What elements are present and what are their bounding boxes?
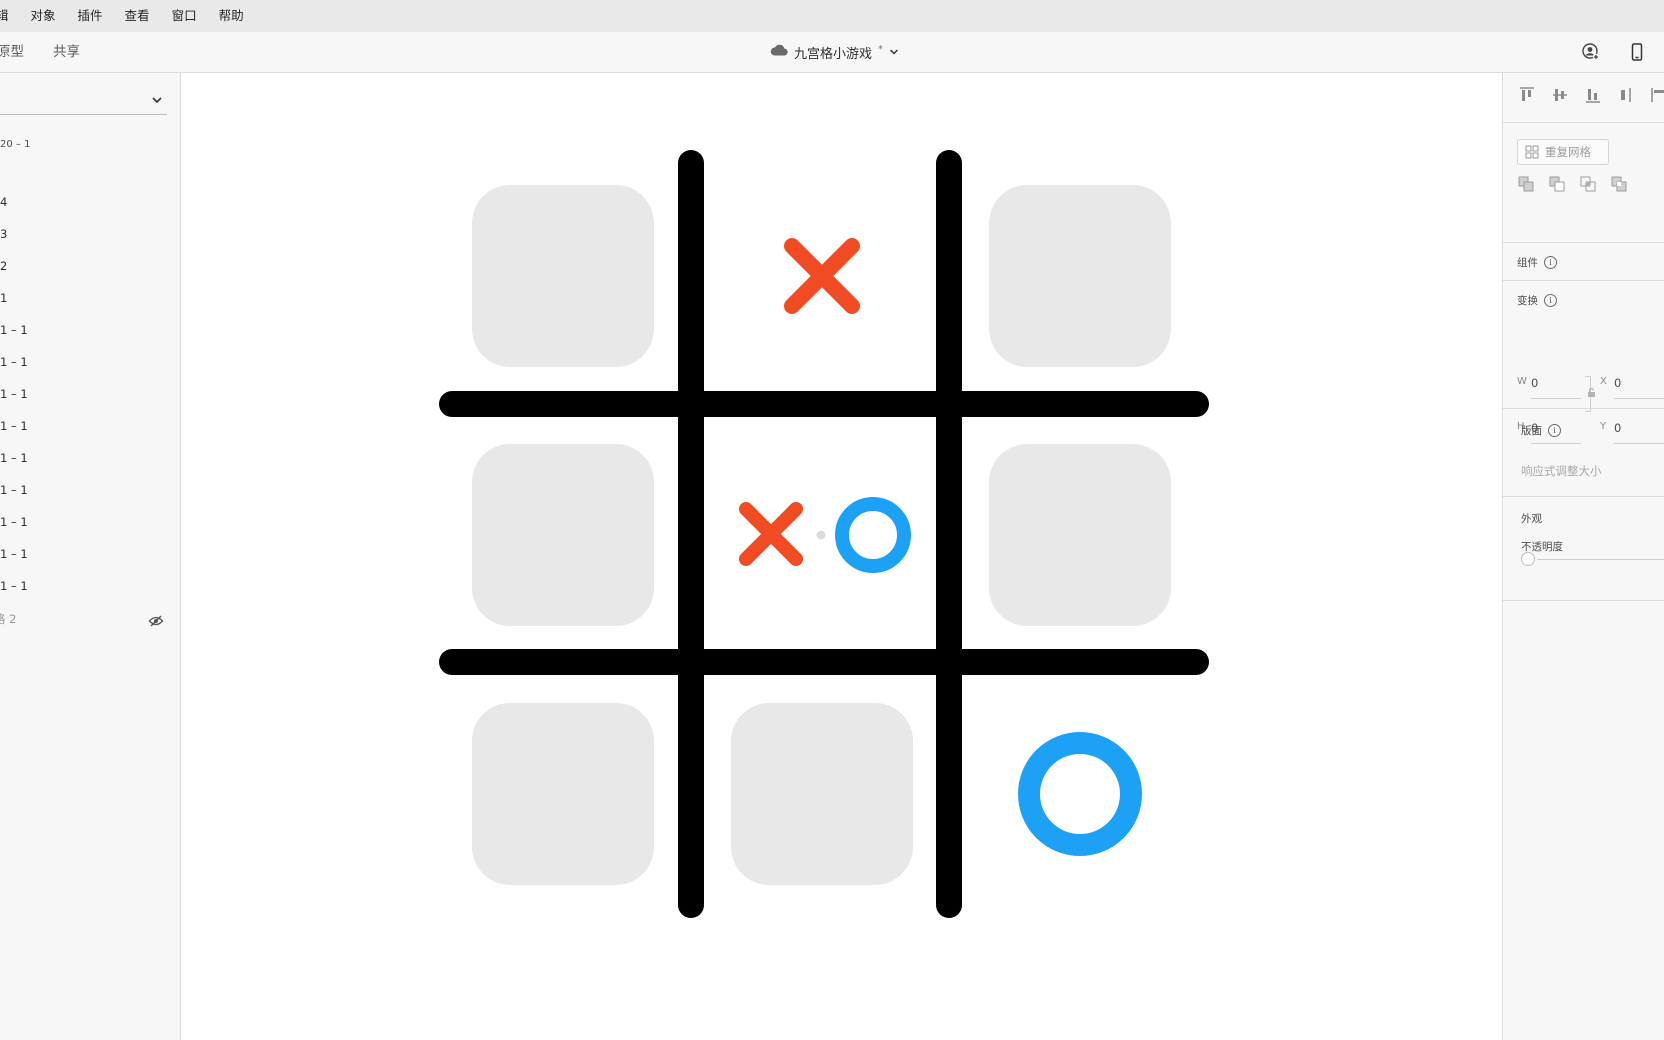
chevron-down-icon [150,92,164,111]
align-top-icon[interactable] [1517,85,1537,105]
boolean-intersect-icon[interactable] [1579,175,1597,193]
width-label: W [1517,376,1527,387]
layer-item[interactable]: 1 – 1 [0,579,28,593]
menu-view[interactable]: 查看 [114,0,161,32]
layout-label: 版面 [1521,425,1542,437]
layer-item[interactable]: 1 – 1 [0,451,28,465]
tile-7[interactable] [472,703,654,885]
align-section [1503,73,1664,123]
layer-item[interactable]: 1 – 1 [0,387,28,401]
layer-item-hidden[interactable]: 格 2 [0,611,16,627]
design-canvas[interactable] [182,73,1502,1040]
menu-window[interactable]: 窗口 [161,0,208,32]
document-title[interactable]: 九宫格小游戏 * [770,32,899,72]
tab-prototype[interactable]: 原型 [0,32,24,72]
artboard-layer[interactable]: 20 – 1 [0,139,30,150]
tab-share[interactable]: 共享 [53,32,80,72]
boolean-exclude-icon[interactable] [1610,175,1628,193]
tile-6[interactable] [989,444,1171,626]
distribute-icon[interactable] [1616,85,1636,105]
menu-plugins[interactable]: 插件 [67,0,114,32]
info-icon[interactable]: i [1548,424,1561,437]
o-mark-center[interactable] [835,497,911,573]
menu-bar: 辑 对象 插件 查看 窗口 帮助 [0,0,1664,32]
layers-panel: 20 – 1 4 3 2 1 1 – 1 1 – 1 1 – 1 1 – 1 1… [0,73,181,1040]
tile-8[interactable] [731,703,913,885]
component-section: 组件 i [1503,243,1664,281]
responsive-resize-toggle[interactable]: 响应式调整大小 [1521,463,1602,479]
opacity-slider-track[interactable] [1537,559,1664,560]
menu-edit[interactable]: 辑 [0,0,20,32]
info-icon[interactable]: i [1544,294,1557,307]
x-value[interactable]: 0 [1614,376,1621,390]
document-title-text: 九宫格小游戏 [794,46,873,62]
cloud-icon [770,44,788,60]
transform-label: 变换 [1517,295,1538,307]
boolean-add-icon[interactable] [1517,175,1535,193]
layer-item[interactable]: 4 [0,195,7,209]
align-bottom-icon[interactable] [1583,85,1603,105]
tile-3[interactable] [989,185,1171,367]
width-field[interactable]: W 0 [1517,376,1581,399]
boolean-subtract-icon[interactable] [1548,175,1566,193]
info-icon[interactable]: i [1544,256,1557,269]
layer-item[interactable]: 1 – 1 [0,355,28,369]
mobile-preview-icon[interactable] [1626,41,1648,63]
layer-item[interactable]: 1 – 1 [0,547,28,561]
tile-1[interactable] [472,185,654,367]
menu-object[interactable]: 对象 [20,0,67,32]
layer-item[interactable]: 2 [0,259,7,273]
lock-icon[interactable] [1587,388,1596,398]
appearance-section: 外观 不透明度 [1503,497,1664,601]
artboard-dropdown[interactable] [0,85,167,115]
center-dot [816,530,826,540]
menu-help[interactable]: 帮助 [208,0,255,32]
x-field[interactable]: X 0 [1600,376,1664,399]
property-inspector: 重复网格 组件 i 变换 i W 0 X 0 H 0 Y 0 版面 i 响应式调… [1502,73,1664,1040]
repeat-grid-icon [1525,145,1539,159]
layer-item[interactable]: 3 [0,227,7,241]
tile-4[interactable] [472,444,654,626]
title-bar: 原型 共享 九宫格小游戏 * [0,32,1664,73]
layer-item[interactable]: 1 – 1 [0,323,28,337]
layer-item[interactable]: 1 – 1 [0,483,28,497]
layout-section: 版面 i 响应式调整大小 [1503,409,1664,497]
eye-off-icon[interactable] [148,612,164,627]
width-value[interactable]: 0 [1531,376,1538,390]
user-share-icon[interactable] [1580,41,1602,63]
tic-tac-toe-board [439,150,1209,918]
component-label: 组件 [1517,257,1538,269]
repeat-grid-label: 重复网格 [1545,145,1591,159]
layer-item[interactable]: 1 – 1 [0,419,28,433]
transform-section: 变换 i [1503,281,1664,409]
appearance-label: 外观 [1521,513,1542,525]
align-middle-icon[interactable] [1550,85,1570,105]
o-mark-bottom-right[interactable] [1018,732,1142,856]
chevron-down-icon[interactable] [889,45,899,60]
x-mark-top-middle[interactable] [784,238,860,314]
opacity-slider-knob[interactable] [1521,552,1535,566]
layer-item[interactable]: 1 – 1 [0,515,28,529]
x-mark-center[interactable] [739,502,803,566]
layer-item[interactable]: 1 [0,291,7,305]
grid-section: 重复网格 [1503,123,1664,243]
repeat-grid-button[interactable]: 重复网格 [1517,139,1609,165]
align-left-icon[interactable] [1649,85,1664,105]
unsaved-indicator: * [878,43,884,55]
x-label: X [1600,376,1607,387]
